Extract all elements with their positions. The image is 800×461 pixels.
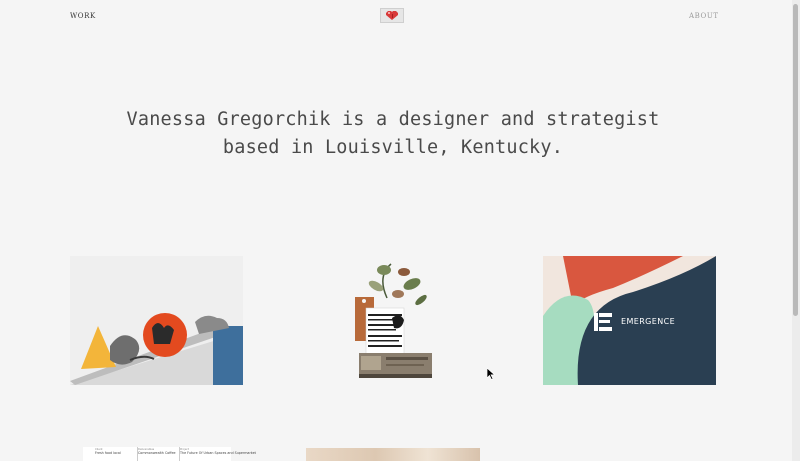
- collage-image-plant: [306, 256, 479, 385]
- logo-button[interactable]: [380, 8, 404, 23]
- hero-line-1: Vanessa Gregorchik is a designer and str…: [126, 109, 660, 130]
- hero-line-2: based in Louisville, Kentucky.: [222, 137, 564, 158]
- nav-work-link[interactable]: WORK: [70, 12, 96, 20]
- mouse-cursor-icon: [487, 368, 495, 380]
- card-4-col-1-value: Fresh food local: [95, 451, 121, 455]
- project-card-4[interactable]: Client Fresh food local Deliverables Com…: [83, 447, 256, 461]
- project-thumbnail-2[interactable]: [306, 256, 479, 385]
- collage-image-shapes: [70, 256, 243, 385]
- card-4-col-3: Project The Future Of Urban Spaces and S…: [179, 447, 256, 461]
- vertical-scrollbar[interactable]: [792, 0, 800, 461]
- nav-about-link[interactable]: ABOUT: [689, 12, 719, 20]
- hero-headline: Vanessa Gregorchik is a designer and str…: [100, 106, 686, 162]
- project-thumbnail-1[interactable]: [70, 256, 243, 385]
- project-card-5[interactable]: [306, 448, 480, 461]
- scrollbar-thumb[interactable]: [793, 4, 798, 316]
- card-4-col-3-value: The Future Of Urban Spaces and Supermark…: [180, 451, 256, 455]
- card-4-col-2: Deliverables Commonwealth Coffee: [137, 447, 176, 461]
- pixel-heart-icon: [386, 11, 398, 20]
- emergence-brand-text: EMERGENCE: [621, 317, 676, 326]
- card-4-col-2-value: Commonwealth Coffee: [138, 451, 176, 455]
